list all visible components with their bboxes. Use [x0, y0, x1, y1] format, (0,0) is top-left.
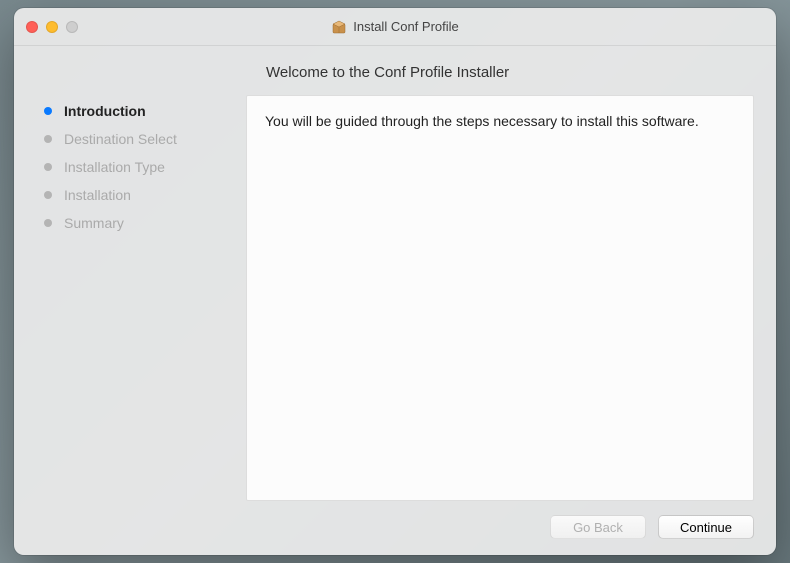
page-heading: Welcome to the Conf Profile Installer: [266, 64, 754, 81]
window-body: Welcome to the Conf Profile Installer In…: [14, 46, 776, 555]
close-button[interactable]: [26, 21, 38, 33]
window-controls: [26, 21, 78, 33]
bullet-icon: [44, 163, 52, 171]
window-title-wrap: Install Conf Profile: [14, 19, 776, 35]
step-destination-select: Destination Select: [44, 125, 246, 153]
step-summary: Summary: [44, 209, 246, 237]
step-installation-type: Installation Type: [44, 153, 246, 181]
maximize-button: [66, 21, 78, 33]
bullet-icon: [44, 219, 52, 227]
sidebar: Introduction Destination Select Installa…: [36, 95, 246, 501]
step-label: Introduction: [64, 103, 146, 119]
content-row: Introduction Destination Select Installa…: [36, 95, 754, 501]
package-icon: [331, 19, 347, 35]
step-label: Summary: [64, 215, 124, 231]
bullet-icon: [44, 191, 52, 199]
content-panel: You will be guided through the steps nec…: [246, 95, 754, 501]
minimize-button[interactable]: [46, 21, 58, 33]
step-label: Installation: [64, 187, 131, 203]
content-body-text: You will be guided through the steps nec…: [265, 112, 735, 132]
window-title: Install Conf Profile: [353, 19, 459, 34]
go-back-button: Go Back: [550, 515, 646, 539]
step-introduction: Introduction: [44, 97, 246, 125]
step-label: Installation Type: [64, 159, 165, 175]
bullet-icon: [44, 107, 52, 115]
bullet-icon: [44, 135, 52, 143]
continue-button[interactable]: Continue: [658, 515, 754, 539]
titlebar: Install Conf Profile: [14, 8, 776, 46]
step-label: Destination Select: [64, 131, 177, 147]
button-row: Go Back Continue: [36, 515, 754, 539]
step-installation: Installation: [44, 181, 246, 209]
installer-window: Install Conf Profile Welcome to the Conf…: [14, 8, 776, 555]
